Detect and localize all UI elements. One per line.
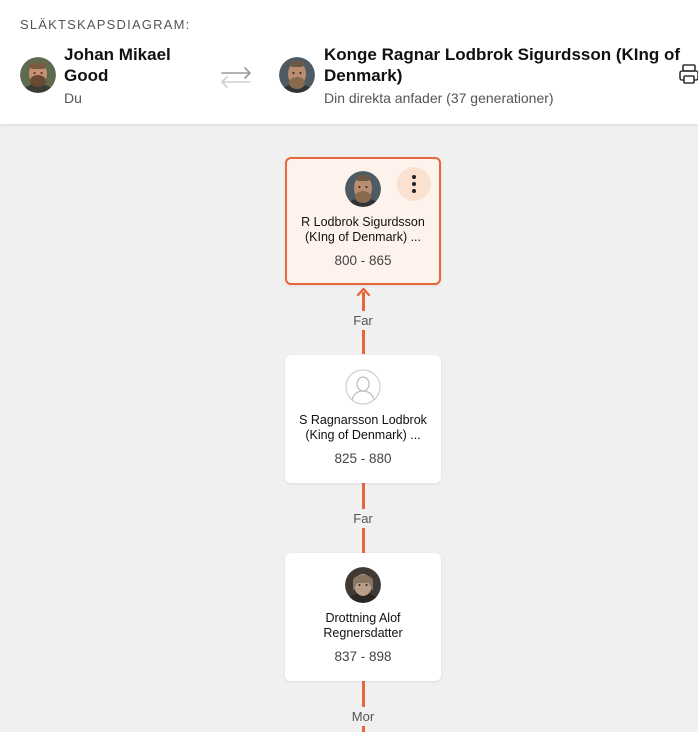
section-label: SLÄKTSKAPSDIAGRAM: xyxy=(20,17,191,32)
to-person-subtitle: Din direkta anfader (37 generationer) xyxy=(324,90,554,106)
to-person-avatar[interactable] xyxy=(279,57,315,93)
up-arrow-icon xyxy=(356,287,371,297)
more-options-button[interactable] xyxy=(397,167,431,201)
person-avatar xyxy=(345,567,381,603)
person-dates: 825 - 880 xyxy=(334,451,392,466)
person-dates: 800 - 865 xyxy=(334,253,392,268)
relation-label: Far xyxy=(333,509,393,528)
person-name: Drottning Alof Regnersdatter xyxy=(323,611,403,640)
relation-label: Far xyxy=(333,311,393,330)
printer-icon[interactable] xyxy=(678,62,698,86)
swap-arrows-icon[interactable] xyxy=(218,64,254,90)
person-card[interactable]: S Ragnarsson Lodbrok (King of Denmark) .… xyxy=(285,355,441,483)
to-person-name[interactable]: Konge Ragnar Lodbrok Sigurdsson (KIng of… xyxy=(324,44,684,86)
from-person-subtitle: Du xyxy=(64,90,82,106)
person-placeholder-icon xyxy=(345,369,381,405)
relation-label: Mor xyxy=(333,707,393,726)
more-vertical-icon xyxy=(412,175,416,193)
from-person-avatar[interactable] xyxy=(20,57,56,93)
person-name: R Lodbrok Sigurdsson (KIng of Denmark) .… xyxy=(301,215,425,244)
person-avatar xyxy=(345,171,381,207)
relationship-header: SLÄKTSKAPSDIAGRAM: Johan Mikael Good Du xyxy=(0,0,698,124)
person-card-selected[interactable]: R Lodbrok Sigurdsson (KIng of Denmark) .… xyxy=(285,157,441,285)
person-dates: 837 - 898 xyxy=(334,649,392,664)
person-name: S Ragnarsson Lodbrok (King of Denmark) .… xyxy=(299,413,427,442)
person-card[interactable]: Drottning Alof Regnersdatter 837 - 898 xyxy=(285,553,441,681)
from-person-name[interactable]: Johan Mikael Good xyxy=(64,44,204,86)
